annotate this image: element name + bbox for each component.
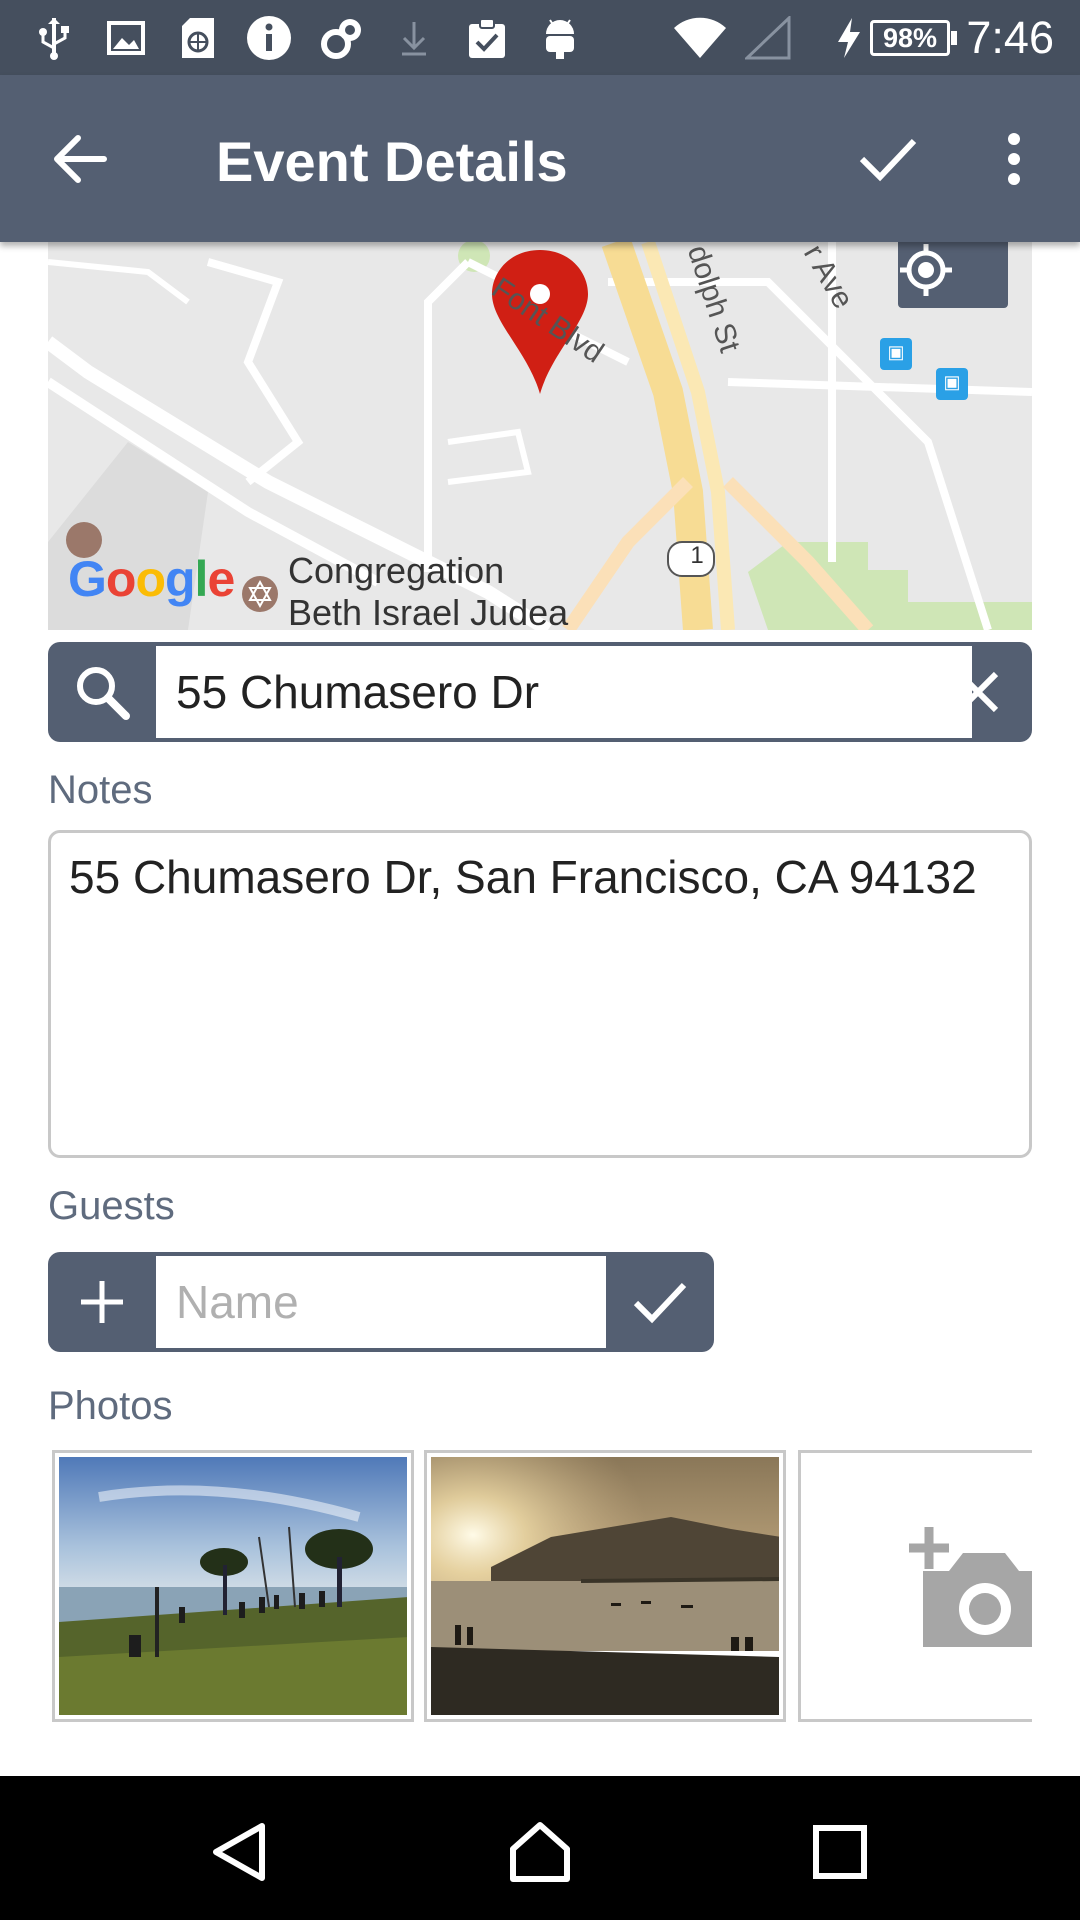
- my-location-button[interactable]: [898, 242, 1008, 308]
- system-nav-bar: [0, 1776, 1080, 1920]
- arrow-left-icon: [54, 135, 107, 183]
- battery-indicator: 98%: [870, 20, 957, 56]
- close-icon: [957, 671, 999, 713]
- guests-label: Guests: [48, 1184, 175, 1228]
- add-photo-button[interactable]: [798, 1450, 1032, 1722]
- notes-textarea[interactable]: 55 Chumasero Dr, San Francisco, CA 94132: [48, 830, 1032, 1158]
- more-vert-icon: [1008, 133, 1020, 185]
- page-title: Event Details: [216, 130, 568, 193]
- check-icon: [859, 138, 917, 182]
- add-photo-icon: [909, 1527, 1032, 1647]
- route-shield-label: 1: [690, 542, 704, 569]
- nav-home-button[interactable]: [500, 1812, 580, 1892]
- map-poi-label: Congregation Beth Israel Judea: [288, 550, 568, 630]
- triangle-back-icon: [213, 1823, 265, 1881]
- wifi-icon: [672, 14, 728, 62]
- charging-icon: [834, 14, 864, 62]
- app-bar: Event Details: [0, 75, 1080, 242]
- sd-card-icon: [176, 14, 220, 62]
- home-icon: [510, 1822, 570, 1882]
- square-recents-icon: [813, 1825, 867, 1879]
- usb-icon: [34, 14, 74, 62]
- photo-sunset-bay: [431, 1457, 779, 1715]
- confirm-guest-button[interactable]: [606, 1252, 714, 1352]
- photos-strip: [48, 1450, 1032, 1722]
- overflow-menu-button[interactable]: [990, 119, 1038, 199]
- transit-icon: ▣: [943, 372, 961, 392]
- add-guest-button[interactable]: [48, 1252, 156, 1352]
- guest-name-input[interactable]: Name: [156, 1256, 606, 1348]
- nav-recents-button[interactable]: [800, 1812, 880, 1892]
- info-icon: [244, 14, 294, 62]
- notes-label: Notes: [48, 768, 153, 812]
- clipboard-check-icon: [464, 14, 510, 62]
- download-icon: [394, 14, 434, 62]
- search-icon: [77, 667, 130, 720]
- image-icon: [104, 14, 148, 62]
- google-attribution: Google: [68, 551, 235, 607]
- transit-icon: ▣: [887, 342, 905, 362]
- status-bar: 98% 7:46: [0, 0, 1080, 75]
- search-button[interactable]: [48, 642, 156, 742]
- check-icon: [633, 1282, 687, 1324]
- photo-waterfront-park: [59, 1457, 407, 1715]
- clear-search-button[interactable]: [924, 642, 1032, 742]
- crosshair-location-icon: [900, 244, 952, 296]
- sync-icon: [318, 14, 366, 62]
- android-icon: [540, 14, 580, 62]
- nav-back-button[interactable]: [200, 1812, 280, 1892]
- clock: 7:46: [966, 12, 1054, 63]
- photos-label: Photos: [48, 1384, 173, 1428]
- photo-thumbnail[interactable]: [52, 1450, 414, 1722]
- map-view[interactable]: Font Blvd dolph St r Ave 1 ▣ ▣ Google Co…: [48, 242, 1032, 630]
- save-button[interactable]: [848, 119, 928, 199]
- location-search-input[interactable]: 55 Chumasero Dr: [156, 646, 972, 738]
- photo-thumbnail[interactable]: [424, 1450, 786, 1722]
- cell-signal-icon: [744, 14, 792, 62]
- back-button[interactable]: [40, 119, 120, 199]
- map-poi-line: Congregation: [288, 550, 505, 591]
- plus-icon: [81, 1281, 123, 1323]
- guest-entry-bar: Name: [48, 1252, 714, 1352]
- map-poi-line: Beth Israel Judea: [288, 592, 569, 630]
- location-search-bar: 55 Chumasero Dr: [48, 642, 1032, 742]
